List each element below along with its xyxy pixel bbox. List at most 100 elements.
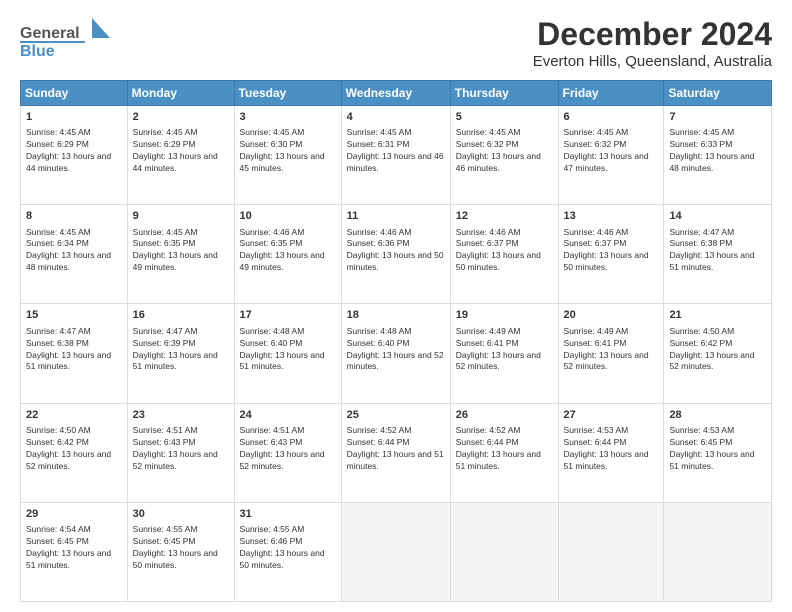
calendar-cell: 27 Sunrise: 4:53 AM Sunset: 6:44 PM Dayli… — [558, 403, 664, 502]
day-number: 5 — [456, 110, 553, 125]
day-info: Sunrise: 4:47 AM Sunset: 6:38 PM Dayligh… — [26, 326, 122, 374]
calendar-cell — [664, 502, 772, 601]
day-number: 27 — [564, 408, 659, 423]
day-number: 26 — [456, 408, 553, 423]
day-info: Sunrise: 4:52 AM Sunset: 6:44 PM Dayligh… — [456, 425, 553, 473]
day-info: Sunrise: 4:45 AM Sunset: 6:29 PM Dayligh… — [133, 127, 229, 175]
day-number: 3 — [240, 110, 336, 125]
calendar-cell: 8 Sunrise: 4:45 AM Sunset: 6:34 PM Daylig… — [21, 205, 128, 304]
col-friday: Friday — [558, 81, 664, 106]
day-number: 19 — [456, 308, 553, 323]
calendar-cell: 26 Sunrise: 4:52 AM Sunset: 6:44 PM Dayli… — [450, 403, 558, 502]
day-number: 1 — [26, 110, 122, 125]
col-wednesday: Wednesday — [341, 81, 450, 106]
calendar-week-row: 1 Sunrise: 4:45 AM Sunset: 6:29 PM Daylig… — [21, 106, 772, 205]
calendar-cell: 1 Sunrise: 4:45 AM Sunset: 6:29 PM Daylig… — [21, 106, 128, 205]
calendar-cell: 16 Sunrise: 4:47 AM Sunset: 6:39 PM Dayli… — [127, 304, 234, 403]
calendar-cell: 24 Sunrise: 4:51 AM Sunset: 6:43 PM Dayli… — [234, 403, 341, 502]
col-saturday: Saturday — [664, 81, 772, 106]
day-number: 2 — [133, 110, 229, 125]
day-info: Sunrise: 4:49 AM Sunset: 6:41 PM Dayligh… — [564, 326, 659, 374]
calendar-cell: 19 Sunrise: 4:49 AM Sunset: 6:41 PM Dayli… — [450, 304, 558, 403]
day-info: Sunrise: 4:51 AM Sunset: 6:43 PM Dayligh… — [240, 425, 336, 473]
svg-text:General: General — [20, 25, 80, 42]
calendar-cell: 12 Sunrise: 4:46 AM Sunset: 6:37 PM Dayli… — [450, 205, 558, 304]
day-number: 20 — [564, 308, 659, 323]
calendar-cell: 21 Sunrise: 4:50 AM Sunset: 6:42 PM Dayli… — [664, 304, 772, 403]
col-tuesday: Tuesday — [234, 81, 341, 106]
calendar-cell: 14 Sunrise: 4:47 AM Sunset: 6:38 PM Dayli… — [664, 205, 772, 304]
calendar-cell: 31Sunrise: 4:55 AM Sunset: 6:46 PM Dayli… — [234, 502, 341, 601]
day-info: Sunrise: 4:55 AM Sunset: 6:46 PM Dayligh… — [240, 524, 336, 572]
svg-text:Blue: Blue — [20, 43, 55, 60]
day-info: Sunrise: 4:45 AM Sunset: 6:32 PM Dayligh… — [564, 127, 659, 175]
day-number: 13 — [564, 209, 659, 224]
day-info: Sunrise: 4:46 AM Sunset: 6:37 PM Dayligh… — [564, 227, 659, 275]
calendar-title: December 2024 — [533, 16, 772, 53]
calendar-subtitle: Everton Hills, Queensland, Australia — [533, 53, 772, 70]
calendar-cell — [558, 502, 664, 601]
day-number: 30 — [133, 507, 229, 522]
day-number: 29 — [26, 507, 122, 522]
calendar-cell: 10Sunrise: 4:46 AM Sunset: 6:35 PM Dayli… — [234, 205, 341, 304]
calendar-cell: 11Sunrise: 4:46 AM Sunset: 6:36 PM Dayli… — [341, 205, 450, 304]
day-info: Sunrise: 4:45 AM Sunset: 6:29 PM Dayligh… — [26, 127, 122, 175]
calendar-cell: 3 Sunrise: 4:45 AM Sunset: 6:30 PM Daylig… — [234, 106, 341, 205]
day-number: 7 — [669, 110, 766, 125]
calendar-cell: 29Sunrise: 4:54 AM Sunset: 6:45 PM Dayli… — [21, 502, 128, 601]
day-number: 28 — [669, 408, 766, 423]
title-block: December 2024 Everton Hills, Queensland,… — [533, 16, 772, 70]
day-info: Sunrise: 4:46 AM Sunset: 6:35 PM Dayligh… — [240, 227, 336, 275]
day-info: Sunrise: 4:47 AM Sunset: 6:38 PM Dayligh… — [669, 227, 766, 275]
calendar-cell — [450, 502, 558, 601]
calendar-table: Sunday Monday Tuesday Wednesday Thursday… — [20, 80, 772, 602]
col-thursday: Thursday — [450, 81, 558, 106]
day-number: 21 — [669, 308, 766, 323]
day-number: 14 — [669, 209, 766, 224]
calendar-cell: 23 Sunrise: 4:51 AM Sunset: 6:43 PM Dayli… — [127, 403, 234, 502]
day-info: Sunrise: 4:45 AM Sunset: 6:31 PM Dayligh… — [347, 127, 445, 175]
day-info: Sunrise: 4:48 AM Sunset: 6:40 PM Dayligh… — [240, 326, 336, 374]
calendar-week-row: 29Sunrise: 4:54 AM Sunset: 6:45 PM Dayli… — [21, 502, 772, 601]
day-number: 16 — [133, 308, 229, 323]
day-number: 15 — [26, 308, 122, 323]
calendar-cell: 25Sunrise: 4:52 AM Sunset: 6:44 PM Dayli… — [341, 403, 450, 502]
calendar-cell: 2 Sunrise: 4:45 AM Sunset: 6:29 PM Daylig… — [127, 106, 234, 205]
day-info: Sunrise: 4:50 AM Sunset: 6:42 PM Dayligh… — [26, 425, 122, 473]
calendar-cell: 15 Sunrise: 4:47 AM Sunset: 6:38 PM Dayli… — [21, 304, 128, 403]
calendar-cell: 9Sunrise: 4:45 AM Sunset: 6:35 PM Daylig… — [127, 205, 234, 304]
col-monday: Monday — [127, 81, 234, 106]
day-info: Sunrise: 4:45 AM Sunset: 6:30 PM Dayligh… — [240, 127, 336, 175]
calendar-cell: 20 Sunrise: 4:49 AM Sunset: 6:41 PM Dayli… — [558, 304, 664, 403]
day-info: Sunrise: 4:53 AM Sunset: 6:44 PM Dayligh… — [564, 425, 659, 473]
day-number: 23 — [133, 408, 229, 423]
day-number: 18 — [347, 308, 445, 323]
calendar-cell: 4 Sunrise: 4:45 AM Sunset: 6:31 PM Daylig… — [341, 106, 450, 205]
day-info: Sunrise: 4:45 AM Sunset: 6:34 PM Dayligh… — [26, 227, 122, 275]
day-info: Sunrise: 4:45 AM Sunset: 6:33 PM Dayligh… — [669, 127, 766, 175]
day-info: Sunrise: 4:45 AM Sunset: 6:32 PM Dayligh… — [456, 127, 553, 175]
day-info: Sunrise: 4:50 AM Sunset: 6:42 PM Dayligh… — [669, 326, 766, 374]
logo: General Blue — [20, 16, 110, 68]
day-info: Sunrise: 4:47 AM Sunset: 6:39 PM Dayligh… — [133, 326, 229, 374]
calendar-week-row: 22 Sunrise: 4:50 AM Sunset: 6:42 PM Dayli… — [21, 403, 772, 502]
calendar-cell: 28 Sunrise: 4:53 AM Sunset: 6:45 PM Dayli… — [664, 403, 772, 502]
day-info: Sunrise: 4:51 AM Sunset: 6:43 PM Dayligh… — [133, 425, 229, 473]
day-number: 12 — [456, 209, 553, 224]
day-info: Sunrise: 4:55 AM Sunset: 6:45 PM Dayligh… — [133, 524, 229, 572]
day-info: Sunrise: 4:53 AM Sunset: 6:45 PM Dayligh… — [669, 425, 766, 473]
calendar-cell: 22 Sunrise: 4:50 AM Sunset: 6:42 PM Dayli… — [21, 403, 128, 502]
day-number: 24 — [240, 408, 336, 423]
day-number: 8 — [26, 209, 122, 224]
day-info: Sunrise: 4:49 AM Sunset: 6:41 PM Dayligh… — [456, 326, 553, 374]
day-number: 4 — [347, 110, 445, 125]
day-number: 9 — [133, 209, 229, 224]
col-sunday: Sunday — [21, 81, 128, 106]
logo-svg: General Blue — [20, 16, 110, 68]
day-info: Sunrise: 4:46 AM Sunset: 6:36 PM Dayligh… — [347, 227, 445, 275]
calendar-body: 1 Sunrise: 4:45 AM Sunset: 6:29 PM Daylig… — [21, 106, 772, 602]
calendar-cell: 17Sunrise: 4:48 AM Sunset: 6:40 PM Dayli… — [234, 304, 341, 403]
day-info: Sunrise: 4:46 AM Sunset: 6:37 PM Dayligh… — [456, 227, 553, 275]
calendar-week-row: 15 Sunrise: 4:47 AM Sunset: 6:38 PM Dayli… — [21, 304, 772, 403]
day-number: 22 — [26, 408, 122, 423]
